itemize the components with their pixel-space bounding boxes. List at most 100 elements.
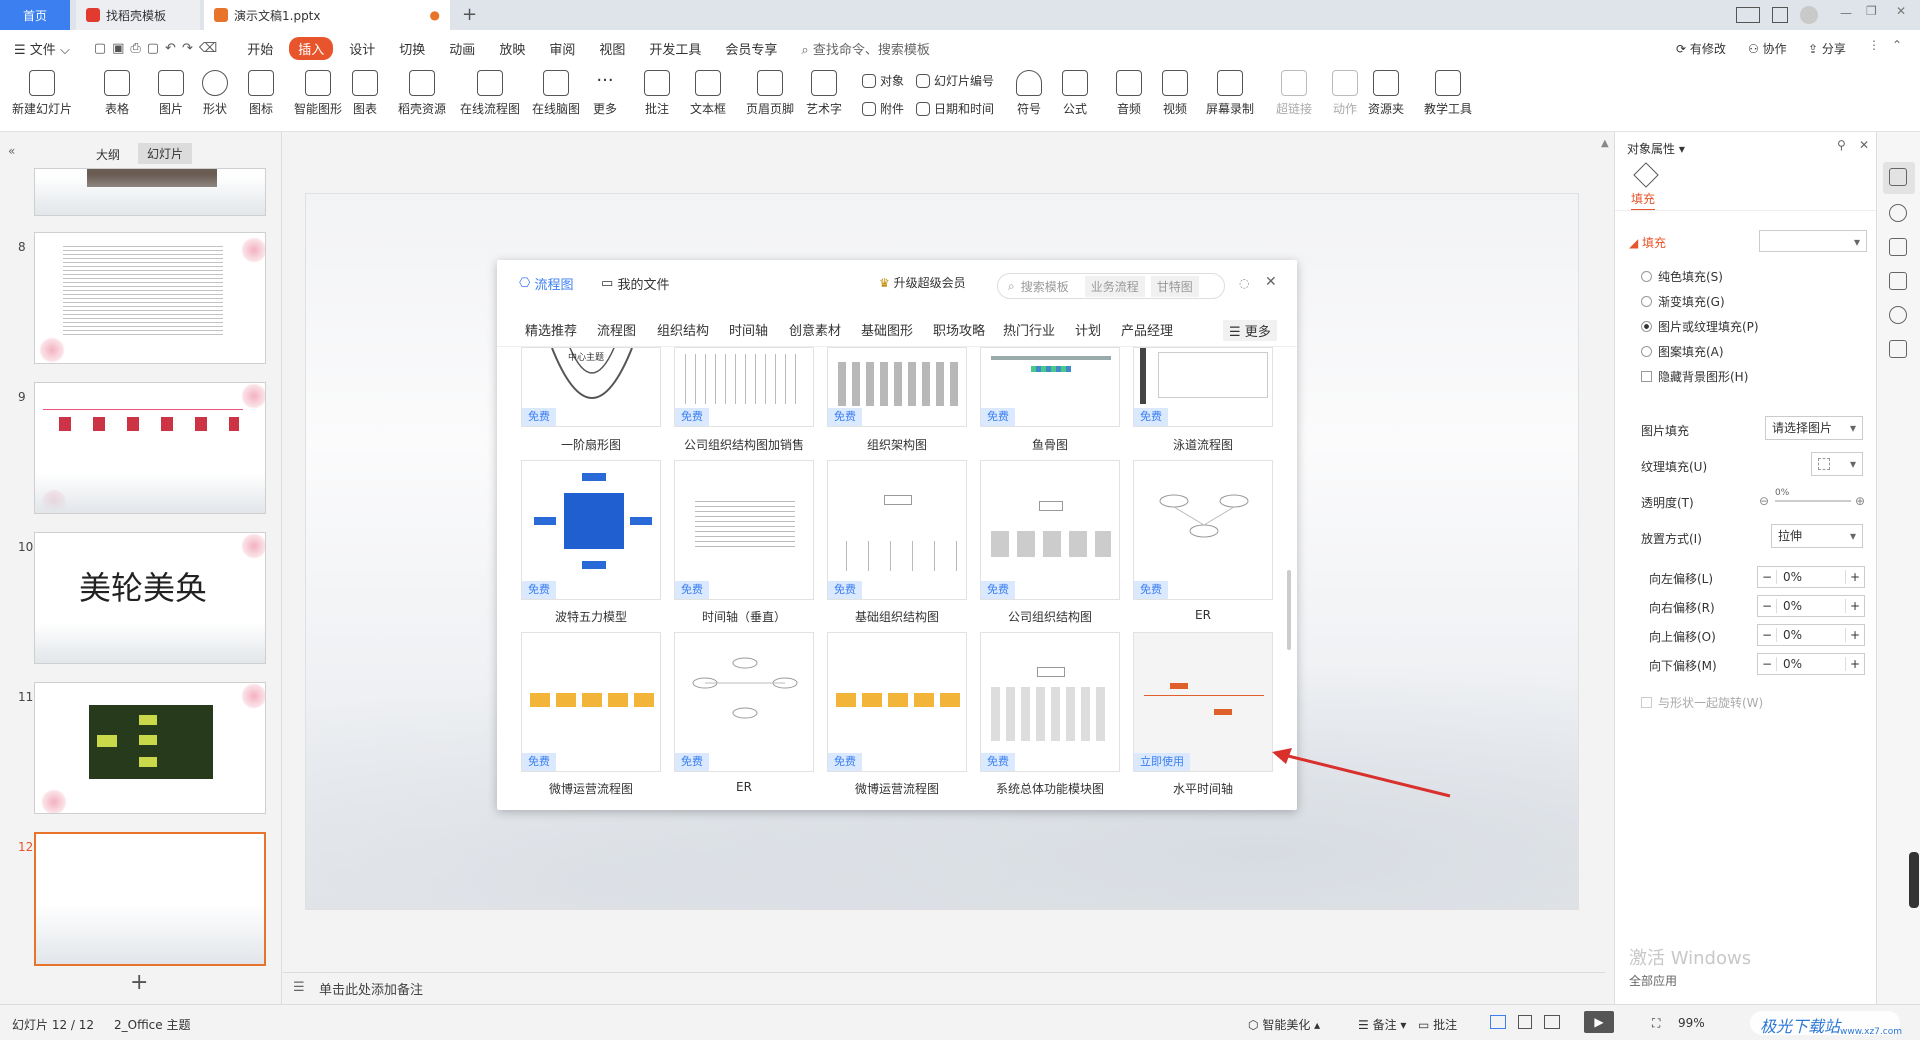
template-card[interactable]: 免费 (674, 460, 814, 600)
tab-outline[interactable]: 大纲 (96, 146, 120, 163)
more-categories-button[interactable]: ☰ 更多 (1223, 320, 1277, 341)
close-dialog-icon[interactable]: ✕ (1265, 274, 1277, 290)
minimize-icon[interactable]: — (1840, 6, 1852, 20)
option-solid-fill[interactable]: 纯色填充(S) (1641, 268, 1723, 285)
picture-button[interactable]: 图片 (158, 70, 184, 117)
template-card[interactable]: 免费 (980, 347, 1120, 427)
screen-record-button[interactable]: 屏幕录制 (1206, 70, 1254, 117)
plus-icon[interactable]: + (1846, 657, 1864, 671)
teaching-tools-button[interactable]: 教学工具 (1424, 70, 1472, 117)
zoom-level[interactable]: 99% (1678, 1016, 1705, 1030)
category-featured[interactable]: 精选推荐 (525, 320, 577, 339)
avatar[interactable] (1800, 6, 1818, 24)
restore-icon[interactable]: ❐ (1866, 4, 1877, 18)
table-button[interactable]: 表格 (104, 70, 130, 117)
file-menu[interactable]: ☰ 文件 ⌵ (0, 39, 82, 58)
minus-circle-icon[interactable]: ⊖ (1759, 494, 1769, 508)
plus-icon[interactable]: + (1846, 599, 1864, 613)
chart-button[interactable]: 图表 (352, 70, 378, 117)
vertical-scrollbar[interactable] (1603, 152, 1611, 792)
audio-button[interactable]: 音频 (1116, 70, 1142, 117)
minus-icon[interactable]: − (1758, 570, 1776, 584)
add-slide-icon[interactable]: + (130, 970, 148, 995)
pin-icon[interactable]: ⚲ (1837, 138, 1846, 152)
slide-number-button[interactable]: 幻灯片编号 (916, 72, 994, 89)
option-picture-texture-fill[interactable]: 图片或纹理填充(P) (1641, 318, 1759, 335)
apply-all-button[interactable]: 全部应用 (1629, 972, 1678, 989)
online-mindmap-button[interactable]: 在线脑图 (532, 70, 580, 117)
icon-button[interactable]: 图标 (248, 70, 274, 117)
category-product-manager[interactable]: 产品经理 (1121, 320, 1173, 339)
template-card[interactable]: 免费 (980, 632, 1120, 772)
category-org-structure[interactable]: 组织结构 (657, 320, 709, 339)
menu-design[interactable]: 设计 (337, 39, 387, 58)
dialog-scrollbar[interactable] (1287, 570, 1291, 650)
new-slide-button[interactable]: 新建幻灯片 (12, 70, 72, 117)
chip-business-flow[interactable]: 业务流程 (1084, 275, 1145, 297)
normal-view-icon[interactable] (1490, 1015, 1506, 1029)
dialog-tab-flowchart[interactable]: ⎔ 流程图 (519, 274, 574, 293)
slide-thumbnail-10[interactable]: 美轮美奂 (34, 532, 266, 664)
option-gradient-fill[interactable]: 渐变填充(G) (1641, 293, 1725, 310)
category-creative[interactable]: 创意素材 (789, 320, 841, 339)
menu-developer[interactable]: 开发工具 (637, 39, 713, 58)
apps-grid-icon[interactable] (1772, 7, 1788, 23)
docer-resource-button[interactable]: 稻壳资源 (398, 70, 446, 117)
upgrade-vip-button[interactable]: ♛ 升级超级会员 (879, 274, 966, 291)
scroll-up-icon[interactable]: ▲ (1601, 138, 1609, 149)
more-options-icon[interactable]: ⋮ (1868, 38, 1880, 52)
minus-icon[interactable]: − (1758, 628, 1776, 642)
texture-fill-select[interactable]: ▾ (1811, 452, 1863, 476)
plus-icon[interactable]: + (1846, 628, 1864, 642)
minus-icon[interactable]: − (1758, 657, 1776, 671)
video-button[interactable]: 视频 (1162, 70, 1188, 117)
notes-bar[interactable]: ☰ 单击此处添加备注 (283, 972, 1605, 1004)
smart-beautify-button[interactable]: ⬡ 智能美化 ▴ (1248, 1016, 1320, 1033)
online-flowchart-button[interactable]: 在线流程图 (460, 70, 520, 117)
offset-left-value[interactable]: 0% (1776, 570, 1846, 584)
copy-icon[interactable] (1889, 238, 1907, 256)
tab-slides[interactable]: 幻灯片 (138, 143, 193, 164)
scroll-handle[interactable] (1909, 852, 1919, 908)
book-icon[interactable] (1889, 340, 1907, 358)
template-card[interactable]: 免费 (827, 347, 967, 427)
plus-icon[interactable]: + (1846, 570, 1864, 584)
offset-top-stepper[interactable]: −0% + (1757, 624, 1865, 646)
template-card-horizontal-timeline[interactable]: 立即使用 (1133, 632, 1273, 772)
feedback-icon[interactable]: ◌ (1239, 276, 1249, 290)
more-button[interactable]: ··· 更多 (592, 70, 618, 117)
menu-animation[interactable]: 动画 (437, 39, 487, 58)
formula-button[interactable]: 公式 (1062, 70, 1088, 117)
use-now-badge[interactable]: 立即使用 (1134, 753, 1190, 771)
menu-review[interactable]: 审阅 (537, 39, 587, 58)
offset-left-stepper[interactable]: −0% + (1757, 566, 1865, 588)
command-search[interactable]: ⌕ 查找命令、搜索模板 (789, 39, 941, 58)
slide-thumbnail-7[interactable] (34, 168, 266, 216)
slide-thumbnail-8[interactable] (34, 232, 266, 364)
template-card[interactable]: 免费 (674, 347, 814, 427)
close-window-icon[interactable]: ✕ (1896, 4, 1906, 18)
template-card[interactable]: 免费 (674, 632, 814, 772)
slide-thumbnail-12[interactable] (34, 832, 266, 966)
symbol-button[interactable]: 符号 (1016, 70, 1042, 117)
offset-right-value[interactable]: 0% (1776, 599, 1846, 613)
date-time-button[interactable]: 日期和时间 (916, 100, 994, 117)
category-workplace[interactable]: 职场攻略 (933, 320, 985, 339)
textbox-button[interactable]: 文本框 (690, 70, 726, 117)
comment-toggle-button[interactable]: ▭ 批注 (1418, 1016, 1457, 1033)
tab-document[interactable]: 演示文稿1.pptx ● (204, 0, 450, 30)
category-plan[interactable]: 计划 (1075, 320, 1101, 339)
menu-start[interactable]: 开始 (235, 39, 285, 58)
collaborate-button[interactable]: ⚇ 协作 (1748, 40, 1787, 57)
template-card[interactable]: 免费 (980, 460, 1120, 600)
reading-view-icon[interactable] (1544, 1015, 1560, 1029)
close-panel-icon[interactable]: ✕ (1859, 138, 1869, 152)
offset-bottom-stepper[interactable]: −0% + (1757, 653, 1865, 675)
smart-art-button[interactable]: 智能图形 (294, 70, 342, 117)
resource-folder-button[interactable]: 资源夹 (1368, 70, 1404, 117)
tab-fill[interactable]: 填充 (1631, 190, 1656, 211)
comment-button[interactable]: 批注 (644, 70, 670, 117)
collapse-panel-icon[interactable]: « (8, 144, 15, 158)
new-tab-icon[interactable]: + (462, 4, 477, 25)
hyperlink-button[interactable]: 超链接 (1276, 70, 1312, 117)
